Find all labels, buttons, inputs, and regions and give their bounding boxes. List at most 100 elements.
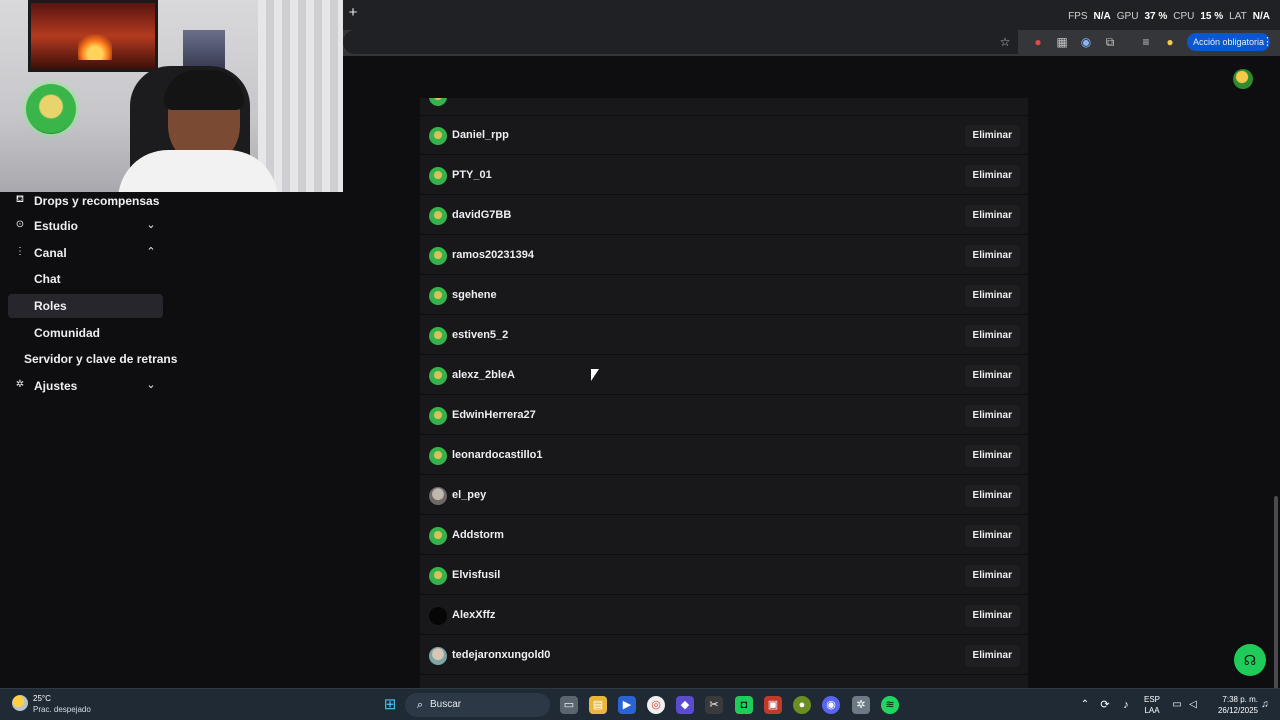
taskbar-search[interactable]: ⌕ Buscar bbox=[405, 693, 550, 717]
sync-icon[interactable]: ⟳ bbox=[1096, 696, 1114, 714]
sidebar-item-label: Comunidad bbox=[34, 326, 100, 340]
required-action-button[interactable]: Acción obligatoria bbox=[1187, 33, 1271, 51]
channel-logo-image bbox=[26, 84, 76, 134]
screen: + FPS N/A GPU 37 % CPU 15 % LAT N/A ☆ ● … bbox=[0, 0, 1280, 720]
table-row: el_pey Eliminar bbox=[420, 476, 1028, 515]
remove-user-button[interactable]: Eliminar bbox=[964, 205, 1020, 227]
username: leonardocastillo1 bbox=[452, 449, 543, 461]
extension-grid-icon[interactable]: ▦ bbox=[1054, 34, 1070, 50]
webcam-overlay bbox=[0, 0, 343, 192]
lat-value: N/A bbox=[1252, 11, 1270, 22]
sidebar-item-servidor[interactable]: Servidor y clave de retrans bbox=[8, 347, 177, 371]
spotify-icon[interactable]: ≋ bbox=[881, 696, 899, 714]
remove-user-button[interactable]: Eliminar bbox=[964, 445, 1020, 467]
weather-temperature: 25°C bbox=[33, 694, 51, 703]
sidebar-item-comunidad[interactable]: Comunidad bbox=[8, 321, 163, 345]
remove-user-button[interactable]: Eliminar bbox=[964, 405, 1020, 427]
username: EdwinHerrera27 bbox=[452, 409, 536, 421]
headset-help-button[interactable]: ☊ bbox=[1234, 644, 1266, 676]
user-avatar-icon bbox=[429, 487, 447, 505]
profile-avatar-icon[interactable]: ● bbox=[1162, 34, 1178, 50]
remove-user-button[interactable]: Eliminar bbox=[964, 285, 1020, 307]
channel-icon: ⋮ bbox=[15, 246, 25, 257]
username: alexz_2bleA bbox=[452, 369, 515, 381]
game-controller-icon[interactable]: ◆ bbox=[676, 696, 694, 714]
capcut-icon[interactable]: ✂ bbox=[705, 696, 723, 714]
users-list: Daniel_rpp Eliminar PTY_01 Eliminar davidG7B… bbox=[420, 98, 1028, 688]
sidebar-item-ajustes[interactable]: ✲ Ajustes ⌄ bbox=[8, 374, 163, 398]
lat-label: LAT bbox=[1229, 11, 1247, 22]
sidebar-item-drops[interactable]: ⛾ Drops y recompensas bbox=[8, 189, 163, 213]
username: davidG7BB bbox=[452, 209, 512, 221]
windows-start-icon[interactable]: ⊞ bbox=[381, 696, 399, 714]
clock-time[interactable]: 7:38 p. m. bbox=[1204, 695, 1258, 704]
gpu-value: 37 % bbox=[1144, 11, 1168, 22]
gpu-label: GPU bbox=[1116, 11, 1139, 22]
user-avatar-icon bbox=[429, 247, 447, 265]
table-row: EdwinHerrera27 Eliminar bbox=[420, 396, 1028, 435]
user-avatar-icon bbox=[429, 127, 447, 145]
table-row: alexz_2bleA Eliminar bbox=[420, 356, 1028, 395]
vertical-dots-icon[interactable]: ⋮ bbox=[1262, 33, 1273, 51]
username: sgehene bbox=[452, 289, 497, 301]
sidebar-item-canal[interactable]: ⋮ Canal ⌃ bbox=[8, 241, 163, 265]
user-avatar[interactable] bbox=[1233, 69, 1253, 89]
remove-user-button[interactable]: Eliminar bbox=[964, 525, 1020, 547]
table-row: sgehene Eliminar bbox=[420, 276, 1028, 315]
task-view-icon[interactable]: ▭ bbox=[560, 696, 578, 714]
extensions-puzzle-icon[interactable]: ⧉ bbox=[1102, 34, 1118, 50]
user-avatar-icon bbox=[429, 527, 447, 545]
user-avatar-icon bbox=[429, 407, 447, 425]
remove-user-button[interactable]: Eliminar bbox=[964, 485, 1020, 507]
bookmark-star-icon[interactable]: ☆ bbox=[997, 34, 1013, 50]
username: ramos20231394 bbox=[452, 249, 534, 261]
notification-bell-icon[interactable]: ♫ bbox=[1256, 696, 1274, 714]
keyboard-layout[interactable]: LAA bbox=[1141, 706, 1163, 715]
streamer-body-image bbox=[118, 150, 278, 192]
green-app-icon[interactable]: ◘ bbox=[735, 696, 753, 714]
extension-record-icon[interactable]: ● bbox=[1030, 34, 1046, 50]
chrome-icon[interactable]: ◎ bbox=[647, 696, 665, 714]
sidebar-item-roles[interactable]: Roles bbox=[8, 294, 163, 318]
settings-gear-icon[interactable]: ✲ bbox=[852, 696, 870, 714]
user-avatar-icon bbox=[429, 167, 447, 185]
red-app-icon[interactable]: ▣ bbox=[764, 696, 782, 714]
curtain-image bbox=[258, 0, 343, 192]
table-row: Daniel_rpp Eliminar bbox=[420, 116, 1028, 155]
sidebar-item-estudio[interactable]: ⊙ Estudio ⌄ bbox=[8, 214, 163, 238]
remove-user-button[interactable]: Eliminar bbox=[964, 605, 1020, 627]
windows-taskbar: 25°C Prac. despejado ⊞ ⌕ Buscar ▭ ▤ ▶ ◎ … bbox=[0, 688, 1280, 720]
remove-user-button[interactable]: Eliminar bbox=[964, 645, 1020, 667]
discord-icon[interactable]: ◉ bbox=[822, 696, 840, 714]
new-tab-button[interactable]: + bbox=[345, 5, 361, 21]
clock-date[interactable]: 26/12/2025 bbox=[1204, 706, 1258, 715]
language-code[interactable]: ESP bbox=[1141, 695, 1163, 704]
chevron-up-icon[interactable]: ⌃ bbox=[1076, 696, 1094, 714]
remove-user-button[interactable]: Eliminar bbox=[964, 365, 1020, 387]
gear-icon: ✲ bbox=[15, 379, 25, 390]
sidebar-item-chat[interactable]: Chat bbox=[8, 267, 163, 291]
remove-user-button[interactable]: Eliminar bbox=[964, 245, 1020, 267]
sidebar-item-label: Drops y recompensas bbox=[34, 194, 160, 208]
mouse-cursor bbox=[591, 369, 599, 381]
microphone-icon[interactable]: ♪ bbox=[1117, 696, 1135, 714]
remove-user-button[interactable]: Eliminar bbox=[964, 125, 1020, 147]
address-bar[interactable] bbox=[343, 30, 1018, 54]
sidebar-item-label: Chat bbox=[34, 272, 61, 286]
file-explorer-icon[interactable]: ▤ bbox=[589, 696, 607, 714]
remove-user-button[interactable]: Eliminar bbox=[964, 565, 1020, 587]
username: Addstorm bbox=[452, 529, 504, 541]
chevron-up-icon: ⌃ bbox=[146, 246, 156, 258]
cpu-value: 15 % bbox=[1200, 11, 1224, 22]
remove-user-button[interactable]: Eliminar bbox=[964, 165, 1020, 187]
media-queue-icon[interactable]: ≡ bbox=[1138, 34, 1154, 50]
user-avatar-icon bbox=[429, 327, 447, 345]
scrollbar-thumb[interactable] bbox=[1274, 496, 1278, 720]
avatar-app-icon[interactable]: ● bbox=[793, 696, 811, 714]
weather-icon[interactable] bbox=[12, 695, 28, 711]
extension-audio-icon[interactable]: ◉ bbox=[1078, 34, 1094, 50]
media-player-icon[interactable]: ▶ bbox=[618, 696, 636, 714]
volume-icon[interactable]: ◁ bbox=[1184, 696, 1202, 714]
remove-user-button[interactable]: Eliminar bbox=[964, 325, 1020, 347]
table-row: tedejaronxungold0 Eliminar bbox=[420, 636, 1028, 675]
